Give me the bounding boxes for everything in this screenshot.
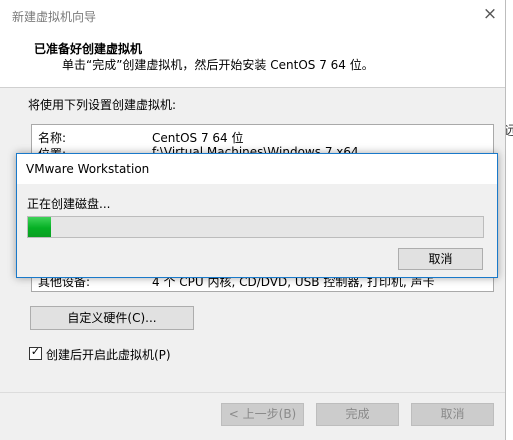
footer-divider (0, 392, 505, 393)
header-title: 已准备好创建虚拟机 (34, 42, 143, 56)
wizard-titlebar: 新建虚拟机向导 × (0, 0, 505, 31)
settings-label: 将使用下列设置创建虚拟机: (28, 98, 177, 112)
dialog-title: VMware Workstation (26, 162, 150, 176)
header-subtitle: 单击“完成”创建虚拟机，然后开始安装 CentOS 7 64 位。 (62, 58, 374, 72)
checkmark-icon: ✓ (30, 345, 41, 358)
power-on-checkbox-label[interactable]: 创建后开启此虚拟机(P) (46, 346, 171, 363)
setting-value-name: CentOS 7 64 位 (152, 131, 244, 145)
dialog-titlebar: VMware Workstation (17, 154, 497, 184)
cancel-button[interactable]: 取消 (411, 403, 494, 426)
customize-hardware-button[interactable]: 自定义硬件(C)... (30, 306, 194, 330)
background-edge (506, 0, 513, 440)
dialog-cancel-button[interactable]: 取消 (398, 248, 483, 270)
back-button[interactable]: < 上一步(B) (221, 403, 304, 426)
wizard-header: 已准备好创建虚拟机 单击“完成”创建虚拟机，然后开始安装 CentOS 7 64… (0, 31, 505, 88)
dialog-message: 正在创建磁盘... (27, 197, 111, 211)
setting-key-name: 名称: (38, 131, 67, 145)
wizard-title: 新建虚拟机向导 (12, 10, 97, 24)
progress-bar-fill (28, 217, 51, 237)
finish-button[interactable]: 完成 (316, 403, 399, 426)
progress-dialog: VMware Workstation 正在创建磁盘... 取消 (16, 153, 498, 278)
progress-bar (27, 216, 484, 238)
close-icon[interactable]: × (479, 3, 501, 25)
